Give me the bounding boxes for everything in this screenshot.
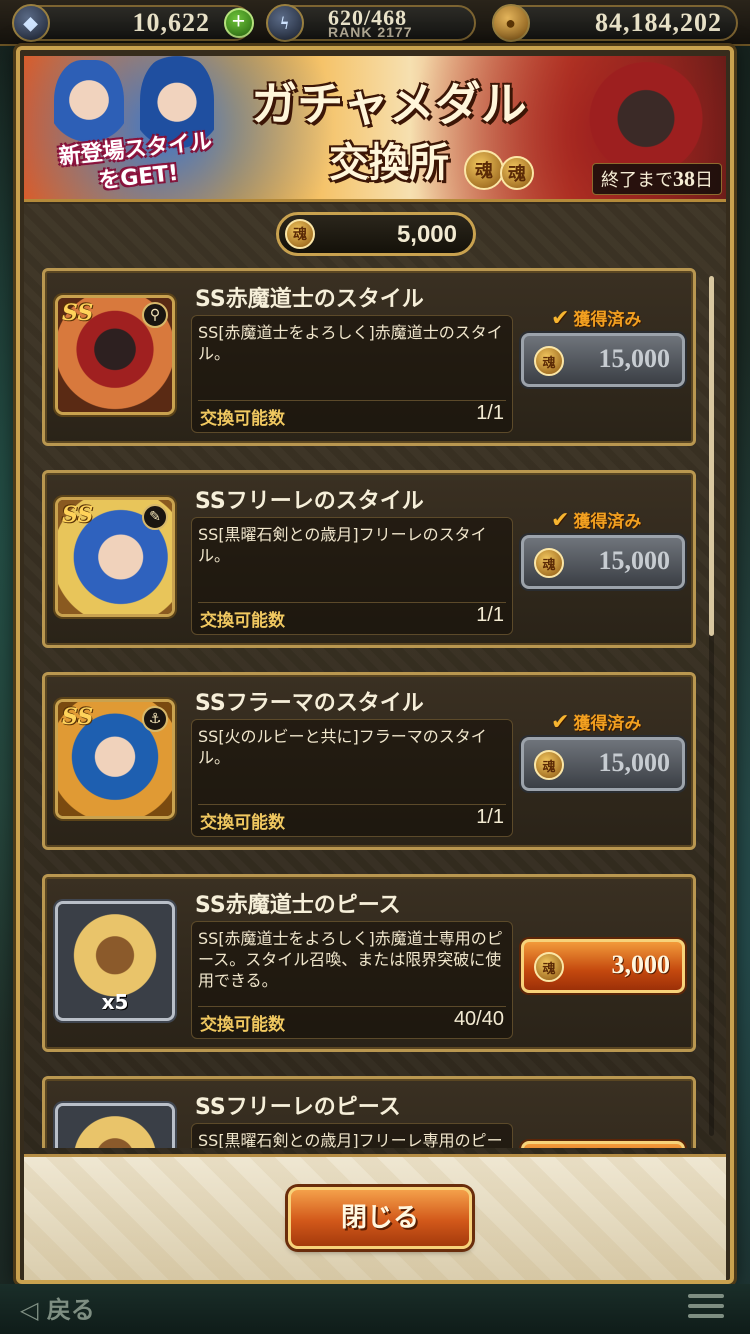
exchange-item: x5 SS赤魔道士のピース SS[赤魔道士をよろしく]赤魔道士専用のピース。スタ… bbox=[42, 874, 696, 1052]
medal-icon: 魂 bbox=[464, 150, 504, 190]
exchange-item: SS ⚓ SSフラーマのスタイル SS[火のルビーと共に]フラーマのスタイル。 … bbox=[42, 672, 696, 850]
item-description: SS[赤魔道士をよろしく]赤魔道士のスタイル。 bbox=[198, 323, 503, 363]
item-description-box: SS[黒曜石剣との歳月]フリーレ専用のピー bbox=[191, 1123, 513, 1148]
add-gems-button[interactable]: + bbox=[224, 8, 254, 38]
back-button[interactable]: ◁ 戻る bbox=[20, 1290, 95, 1325]
medal-icon: 魂 bbox=[534, 952, 564, 982]
medal-icon: 魂 bbox=[534, 548, 564, 578]
ss-rank-badge: SS bbox=[62, 300, 94, 326]
item-description-box: SS[火のルビーと共に]フラーマのスタイル。 交換可能数 1/1 bbox=[191, 719, 513, 837]
medal-balance: 魂 5,000 bbox=[276, 212, 476, 256]
exchange-limit-label: 交換可能数 bbox=[200, 611, 285, 631]
item-name: SS赤魔道士のピース bbox=[195, 893, 401, 918]
ss-rank-badge: SS bbox=[62, 502, 94, 528]
gold-coin-icon: ● bbox=[492, 4, 530, 42]
sword-icon: ✎ bbox=[142, 504, 168, 530]
medal-balance-value: 5,000 bbox=[396, 221, 457, 248]
puzzle-piece-icon bbox=[58, 1106, 172, 1148]
exchange-item: SS ✎ SSフリーレのスタイル SS[黒曜石剣との歳月]フリーレのスタイル。 … bbox=[42, 470, 696, 648]
gold-value: 84,184,202 bbox=[595, 8, 722, 37]
item-description-box: SS[赤魔道士をよろしく]赤魔道士のスタイル。 交換可能数 1/1 bbox=[191, 315, 513, 433]
menu-icon[interactable] bbox=[688, 1294, 724, 1322]
dagger-icon: ⚓ bbox=[142, 706, 168, 732]
status-bar: ◆ 10,622 + ϟ 620/468 RANK 2177 ● 84,184,… bbox=[0, 0, 750, 46]
lightning-icon: ϟ bbox=[266, 4, 304, 42]
checkmark-icon: ✔ bbox=[551, 306, 570, 331]
scrollbar-thumb[interactable] bbox=[709, 276, 714, 636]
item-description: SS[黒曜石剣との歳月]フリーレ専用のピー bbox=[198, 1131, 503, 1148]
item-description-box: SS[黒曜石剣との歳月]フリーレのスタイル。 交換可能数 1/1 bbox=[191, 517, 513, 635]
obtained-label: ✔ 獲得済み bbox=[551, 508, 642, 533]
ss-rank-badge: SS bbox=[62, 704, 94, 730]
divider bbox=[198, 602, 506, 603]
obtained-label: ✔ 獲得済み bbox=[551, 306, 642, 331]
obtained-label: ✔ 獲得済み bbox=[551, 710, 642, 735]
exchange-limit-value: 1/1 bbox=[476, 402, 504, 424]
banner-subtitle: 交換所 bbox=[329, 139, 449, 186]
item-description: SS[火のルビーと共に]フラーマのスタイル。 bbox=[198, 727, 487, 767]
item-thumbnail[interactable]: x5 bbox=[55, 901, 175, 1021]
medal-icon: 魂 bbox=[285, 219, 315, 249]
item-thumbnail[interactable]: SS ⚲ bbox=[55, 295, 175, 415]
item-name: SS赤魔道士のスタイル bbox=[195, 287, 424, 312]
exchange-limit-value: 40/40 bbox=[453, 1008, 504, 1030]
checkmark-icon: ✔ bbox=[551, 508, 570, 533]
exchange-limit-label: 交換可能数 bbox=[200, 813, 285, 833]
medal-exchange-dialog: 新登場スタイル をGET! ガチャメダル 交換所 魂 魂 終了まで38日 魂 5… bbox=[16, 46, 734, 1284]
medal-icon: 魂 bbox=[534, 750, 564, 780]
item-name: SSフリーレのスタイル bbox=[195, 489, 424, 514]
exchange-button[interactable] bbox=[521, 1141, 685, 1148]
medal-icon: 魂 bbox=[534, 346, 564, 376]
item-description-box: SS[赤魔道士をよろしく]赤魔道士専用のピース。スタイル召喚、または限界突破に使… bbox=[191, 921, 513, 1039]
banner-title: ガチャメダル bbox=[251, 77, 527, 131]
gem-icon: ◆ bbox=[12, 4, 50, 42]
item-quantity: x5 bbox=[101, 990, 129, 1014]
exchange-button[interactable]: 魂 3,000 bbox=[521, 939, 685, 993]
gems-counter: ◆ 10,622 + bbox=[12, 4, 254, 42]
exchange-item: SS ⚲ SS赤魔道士のスタイル SS[赤魔道士をよろしく]赤魔道士のスタイル。… bbox=[42, 268, 696, 446]
exchange-limit-value: 1/1 bbox=[476, 604, 504, 626]
exchange-item-list[interactable]: SS ⚲ SS赤魔道士のスタイル SS[赤魔道士をよろしく]赤魔道士のスタイル。… bbox=[24, 268, 726, 1148]
item-name: SSフラーマのスタイル bbox=[195, 691, 424, 716]
item-thumbnail[interactable] bbox=[55, 1103, 175, 1148]
exchange-limit-value: 1/1 bbox=[476, 806, 504, 828]
item-description: SS[黒曜石剣との歳月]フリーレのスタイル。 bbox=[198, 525, 487, 565]
exchange-button-disabled: 魂 15,000 bbox=[521, 333, 685, 387]
divider bbox=[198, 1006, 506, 1007]
exchange-limit-label: 交換可能数 bbox=[200, 1015, 285, 1035]
dialog-footer: 閉じる bbox=[24, 1154, 726, 1280]
staff-icon: ⚲ bbox=[142, 302, 168, 328]
close-button[interactable]: 閉じる bbox=[288, 1187, 472, 1249]
stamina-counter: ϟ 620/468 RANK 2177 bbox=[266, 4, 476, 42]
price-value: 15,000 bbox=[598, 546, 671, 575]
exchange-limit-label: 交換可能数 bbox=[200, 409, 285, 429]
gold-counter: ● 84,184,202 bbox=[492, 4, 738, 42]
medal-icon: 魂 bbox=[500, 156, 534, 190]
bottom-nav: ◁ 戻る bbox=[0, 1284, 750, 1334]
price-value: 3,000 bbox=[611, 950, 671, 979]
divider bbox=[198, 400, 506, 401]
item-thumbnail[interactable]: SS ⚓ bbox=[55, 699, 175, 819]
scrollbar[interactable] bbox=[709, 276, 714, 1136]
days-remaining: 終了まで38日 bbox=[592, 163, 722, 195]
item-thumbnail[interactable]: SS ✎ bbox=[55, 497, 175, 617]
checkmark-icon: ✔ bbox=[551, 710, 570, 735]
price-value: 15,000 bbox=[598, 344, 671, 373]
item-name: SSフリーレのピース bbox=[195, 1095, 401, 1120]
exchange-panel: 魂 5,000 SS ⚲ SS赤魔道士のスタイル SS[赤魔道士をよろしく]赤魔… bbox=[24, 204, 726, 1280]
item-description: SS[赤魔道士をよろしく]赤魔道士専用のピース。スタイル召喚、または限界突破に使… bbox=[198, 929, 503, 990]
price-value: 15,000 bbox=[598, 748, 671, 777]
gems-value: 10,622 bbox=[132, 8, 210, 37]
divider bbox=[198, 804, 506, 805]
exchange-item: SSフリーレのピース SS[黒曜石剣との歳月]フリーレ専用のピー bbox=[42, 1076, 696, 1148]
exchange-button-disabled: 魂 15,000 bbox=[521, 535, 685, 589]
event-banner: 新登場スタイル をGET! ガチャメダル 交換所 魂 魂 終了まで38日 bbox=[24, 56, 726, 202]
exchange-button-disabled: 魂 15,000 bbox=[521, 737, 685, 791]
rank-value: RANK 2177 bbox=[328, 24, 413, 40]
